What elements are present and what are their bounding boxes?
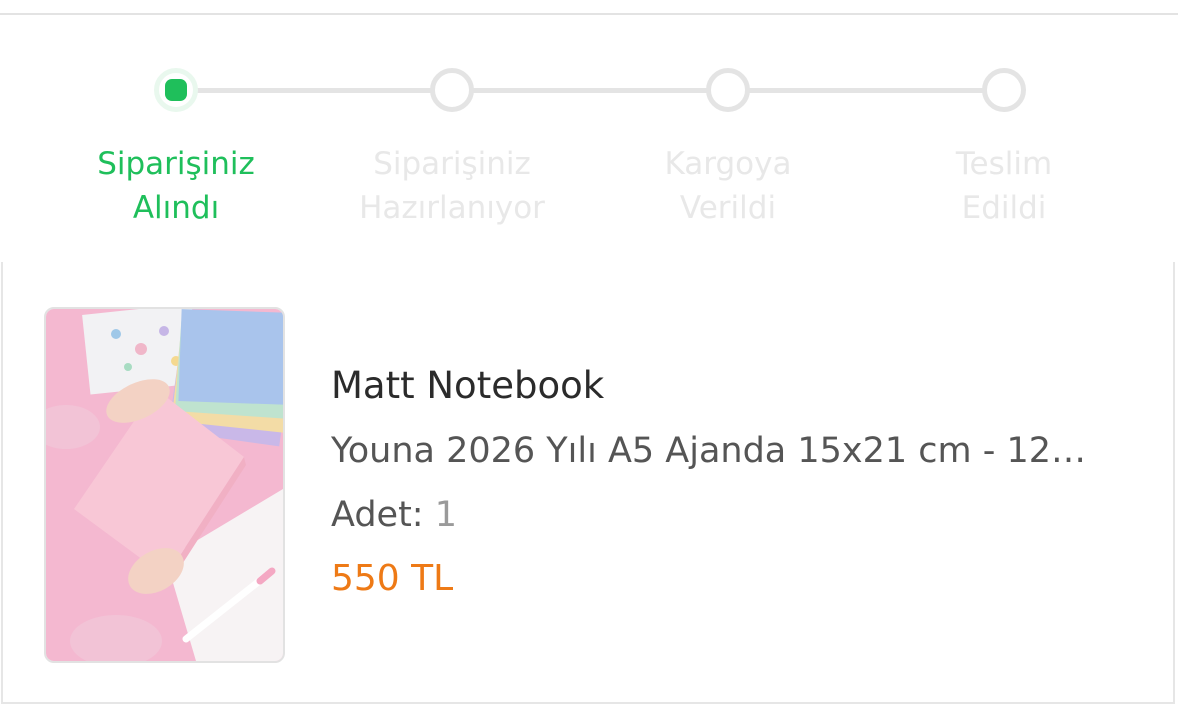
step-label-line2: Alındı [132,190,220,226]
product-brand[interactable]: Matt Notebook [331,360,1151,412]
step-label-line1: Siparişiniz [373,146,531,182]
order-status-tracker: Siparişiniz Alındı Siparişiniz Hazırlanı… [0,0,1178,260]
product-name[interactable]: Youna 2026 Yılı A5 Ajanda 15x21 cm - 12… [331,426,1131,476]
step-dot-delivered [982,68,1026,112]
product-price: 550 TL [331,558,454,599]
photo-sticker [159,326,169,336]
quantity-value: 1 [434,495,458,535]
step-dot-order-received [154,68,198,112]
product-photo-illustration [46,309,283,661]
step-label-line2: Verildi [679,190,777,226]
step-label-shipped: Kargoya Verildi [608,142,848,230]
step-label-line1: Kargoya [664,146,792,182]
step-label-line2: Edildi [961,190,1047,226]
step-label-line2: Hazırlanıyor [359,190,545,226]
track-line [176,88,1004,93]
step-label-line1: Teslim [955,146,1053,182]
step-dot-shipped [706,68,750,112]
photo-sticker [124,363,132,371]
photo-notebook-blue [178,309,283,405]
step-label-delivered: Teslim Edildi [884,142,1124,230]
quantity-label: Adet: [331,495,424,535]
photo-sticker [135,343,147,355]
step-dot-preparing [430,68,474,112]
product-quantity: Adet: 1 [331,490,1151,540]
product-image[interactable] [44,307,285,663]
step-label-line1: Siparişiniz [97,146,255,182]
photo-sticker [111,329,121,339]
product-info: Matt Notebook Youna 2026 Yılı A5 Ajanda … [331,360,1151,604]
step-label-order-received: Siparişiniz Alındı [56,142,296,230]
step-label-preparing: Siparişiniz Hazırlanıyor [332,142,572,230]
